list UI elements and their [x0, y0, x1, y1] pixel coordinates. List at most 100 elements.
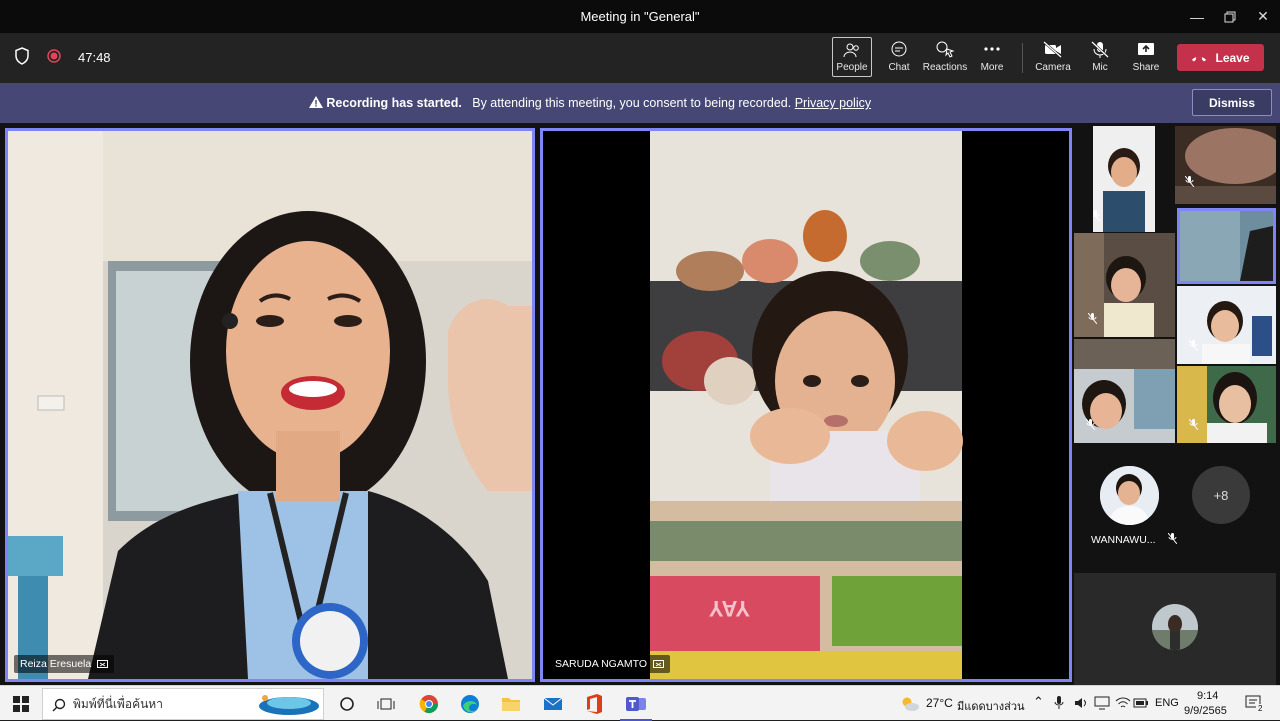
mic-off-icon	[1091, 41, 1109, 58]
avatar-image	[1100, 466, 1159, 525]
leave-label: Leave	[1215, 50, 1250, 65]
people-label: People	[836, 62, 868, 73]
share-icon	[1138, 43, 1154, 55]
teams-icon[interactable]	[620, 693, 652, 721]
meeting-timer: 47:48	[78, 50, 111, 65]
search-icon	[52, 698, 66, 712]
avatar-image	[1152, 604, 1198, 650]
windows-taskbar: พิมพ์ที่นี่เพื่อค้นหา 27°C มีแดดบางส่วน …	[0, 685, 1280, 721]
more-button[interactable]: More	[972, 37, 1012, 77]
mic-muted-icon	[1188, 417, 1199, 435]
participant-thumbnail[interactable]	[1074, 233, 1175, 337]
maximize-button[interactable]	[1213, 0, 1247, 33]
minimize-button[interactable]: —	[1180, 0, 1214, 33]
microphone-icon[interactable]	[1054, 696, 1064, 713]
mic-muted-icon	[1188, 338, 1199, 356]
mic-label: Mic	[1092, 62, 1108, 73]
wifi-icon[interactable]	[1115, 696, 1131, 713]
notification-count-badge: 2	[1256, 704, 1265, 713]
shield-icon	[14, 47, 30, 68]
reactions-icon	[936, 41, 955, 58]
meeting-toolbar: 47:48 People Chat Reactions More Camera …	[0, 33, 1280, 83]
recording-banner: Recording has started. By attending this…	[0, 83, 1280, 123]
search-highlight-icon	[259, 695, 319, 715]
people-icon	[843, 43, 859, 58]
reactions-label: Reactions	[922, 62, 968, 73]
participant-thumbnail[interactable]	[1177, 286, 1276, 364]
more-icon	[984, 47, 1000, 51]
participant-name: Reiza Eresuela	[20, 658, 92, 670]
avatar-name-row: WANNAWU...	[1091, 532, 1177, 547]
participant-thumbnail[interactable]	[1175, 126, 1276, 204]
people-button[interactable]: People	[832, 37, 872, 77]
edge-icon[interactable]	[459, 693, 481, 715]
camera-label: Camera	[1035, 62, 1071, 73]
camera-off-icon	[1043, 41, 1062, 58]
task-view-icon[interactable]	[376, 693, 398, 715]
file-explorer-icon[interactable]	[500, 693, 522, 715]
weather-icon[interactable]	[898, 693, 920, 715]
mic-muted-icon	[1093, 208, 1101, 226]
camera-button[interactable]: Camera	[1033, 37, 1073, 77]
chevron-up-icon[interactable]: ⌃	[1033, 694, 1044, 710]
language-indicator[interactable]: ENG	[1155, 697, 1179, 709]
share-button[interactable]: Share	[1126, 37, 1166, 77]
screen-share-icon	[653, 659, 664, 668]
recording-icon	[46, 48, 62, 67]
participant-thumbnail[interactable]	[1177, 366, 1276, 443]
chrome-icon[interactable]	[418, 693, 440, 715]
more-participants-button[interactable]: +8	[1192, 466, 1250, 524]
warning-icon	[308, 96, 326, 110]
privacy-policy-link[interactable]: Privacy policy	[795, 96, 871, 110]
participant-thumbnail-active[interactable]	[1177, 208, 1276, 284]
participant-thumbnail[interactable]	[1093, 126, 1155, 232]
mic-button[interactable]: Mic	[1080, 37, 1120, 77]
taskbar-search-input[interactable]: พิมพ์ที่นี่เพื่อค้นหา	[42, 688, 324, 720]
office-icon[interactable]	[583, 693, 605, 715]
banner-text: By attending this meeting, you consent t…	[472, 96, 792, 110]
chat-button[interactable]: Chat	[879, 37, 919, 77]
title-bar: Meeting in "General" — ✕	[0, 0, 1280, 33]
video-tile-main-right[interactable]: YAY SARUDA NGAMTO	[540, 128, 1072, 682]
participant-name-tag: Reiza Eresuela	[14, 655, 115, 673]
mic-muted-icon	[1087, 311, 1098, 329]
participant-thumbnail[interactable]	[1074, 339, 1175, 443]
display-icon[interactable]	[1094, 696, 1110, 713]
banner-title: Recording has started.	[326, 96, 462, 110]
participant-video: YAY	[543, 131, 1069, 679]
weather-description: มีแดดบางส่วน	[957, 701, 1025, 713]
more-label: More	[980, 62, 1004, 73]
participant-video	[1175, 126, 1276, 204]
chat-icon	[891, 41, 907, 57]
reactions-button[interactable]: Reactions	[922, 37, 968, 77]
windows-start-button[interactable]	[10, 693, 32, 715]
self-avatar[interactable]	[1152, 604, 1198, 650]
clock-time[interactable]: 9:14	[1197, 690, 1218, 702]
leave-button[interactable]: Leave	[1177, 44, 1264, 71]
close-button[interactable]: ✕	[1246, 0, 1280, 33]
mic-muted-icon	[1184, 174, 1195, 192]
video-stage: Reiza Eresuela YAY SARUDA NGAMTO WANNAWU…	[0, 123, 1280, 685]
participant-avatar[interactable]	[1100, 466, 1159, 525]
clock-date[interactable]: 9/9/2565	[1184, 705, 1227, 717]
svg-text:YAY: YAY	[708, 596, 750, 621]
toolbar-divider	[1022, 43, 1023, 73]
window-title: Meeting in "General"	[580, 9, 700, 24]
dismiss-button[interactable]: Dismiss	[1192, 89, 1272, 116]
participant-name: WANNAWU...	[1091, 534, 1156, 546]
participant-video	[1093, 126, 1155, 232]
video-tile-main-left[interactable]: Reiza Eresuela	[5, 128, 535, 682]
screen-share-icon	[97, 659, 109, 668]
weather-temperature: 27°C	[926, 696, 953, 710]
cortana-icon[interactable]	[336, 693, 358, 715]
participant-video	[8, 131, 532, 679]
search-placeholder: พิมพ์ที่นี่เพื่อค้นหา	[73, 696, 163, 711]
battery-icon[interactable]	[1133, 696, 1149, 713]
chat-label: Chat	[888, 62, 910, 73]
hang-up-icon	[1192, 56, 1207, 61]
participant-video	[1180, 211, 1273, 281]
share-label: Share	[1132, 62, 1160, 73]
mail-icon[interactable]	[542, 693, 564, 715]
speaker-icon[interactable]	[1074, 696, 1088, 713]
mic-muted-icon	[1167, 532, 1177, 547]
